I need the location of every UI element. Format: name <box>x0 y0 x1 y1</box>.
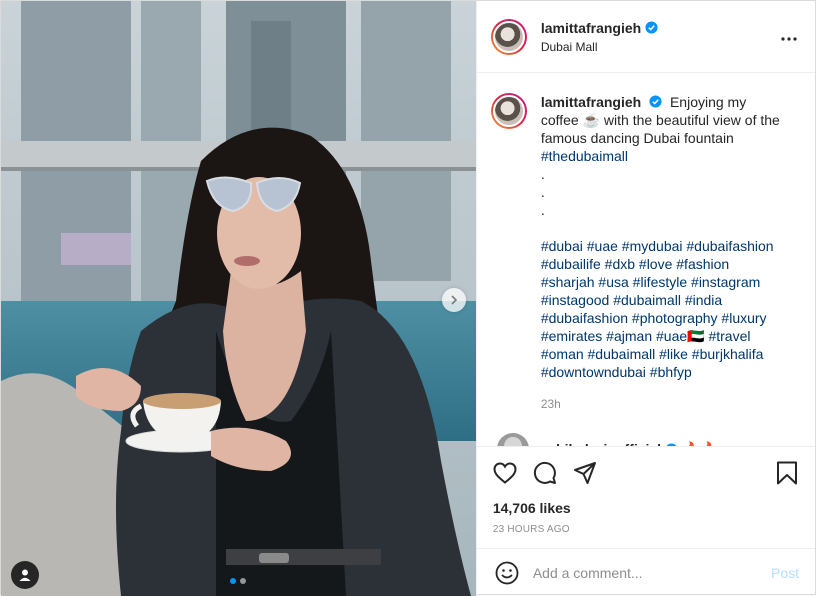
more-options-button[interactable] <box>777 24 801 50</box>
carousel-dot-2 <box>240 578 247 584</box>
hashtag-line[interactable]: #dubai #uae #mydubai #dubaifashion <box>541 237 781 255</box>
share-button[interactable] <box>571 459 599 487</box>
caption-author-avatar[interactable] <box>490 93 527 129</box>
post-caption: lamittafrangieh Enjoying my coffee ☕ wit… <box>490 93 799 413</box>
carousel-dot-1 <box>230 578 237 584</box>
save-button[interactable] <box>773 459 801 487</box>
caption-dot-3: . <box>540 202 545 218</box>
verified-badge-icon <box>666 442 677 446</box>
caption-hashtag[interactable]: #thedubaimall <box>541 148 628 164</box>
carousel-next-button[interactable] <box>442 288 466 312</box>
post-actions-bar <box>476 446 815 498</box>
photo-scene <box>1 1 476 596</box>
verified-badge-icon <box>649 95 662 108</box>
post-comment-button[interactable]: Post <box>771 565 799 581</box>
user-tags-button[interactable] <box>11 561 39 589</box>
like-button[interactable] <box>491 459 519 487</box>
emoji-icon <box>495 561 519 584</box>
chevron-right-icon <box>451 295 458 305</box>
post-location[interactable]: Dubai Mall <box>541 40 777 54</box>
hashtag-line[interactable]: #emirates #ajman #uae🇦🇪 #travel <box>541 327 781 345</box>
add-comment-bar: Post <box>476 548 815 596</box>
hashtag-line[interactable]: #oman #dubaimall #like #burjkhalifa <box>541 345 781 363</box>
caption-dot-2: . <box>540 184 545 200</box>
post-photo[interactable] <box>1 1 476 596</box>
instagram-post: lamittafrangieh Dubai Mall lamittafrangi… <box>0 0 816 596</box>
post-timestamp[interactable]: 23 HOURS AGO <box>477 518 815 548</box>
caption-timestamp[interactable]: 23h <box>541 395 781 413</box>
share-icon <box>573 461 596 484</box>
hashtag-line[interactable]: #instagood #dubaimall #india <box>541 291 781 309</box>
commenter-avatar[interactable] <box>496 433 529 446</box>
comments-section[interactable]: lamittafrangieh Enjoying my coffee ☕ wit… <box>477 73 815 446</box>
caption-username[interactable]: lamittafrangieh <box>541 94 641 110</box>
emoji-button[interactable] <box>493 559 521 587</box>
hashtag-line[interactable]: #dubaifashion #photography #luxury <box>541 309 781 327</box>
comment-text: 🔥🔥 <box>682 441 717 447</box>
comment-item: rabihelzeinofficial 🔥🔥 <box>491 433 799 446</box>
comment-button[interactable] <box>531 459 559 487</box>
comment-icon <box>533 461 556 484</box>
post-details-panel: lamittafrangieh Dubai Mall lamittafrangi… <box>475 1 815 596</box>
commenter-username[interactable]: rabihelzeinofficial <box>543 441 661 446</box>
hashtag-line[interactable]: #sharjah #usa #lifestyle #instagram <box>541 273 781 291</box>
verified-badge-icon <box>645 21 658 34</box>
likes-count[interactable]: 14,706 likes <box>477 498 815 518</box>
post-header: lamittafrangieh Dubai Mall <box>476 1 815 73</box>
caption-dot-1: . <box>540 166 545 182</box>
hashtag-line[interactable]: #downtowndubai #bhfyp <box>541 363 781 381</box>
bookmark-icon <box>777 461 797 484</box>
author-avatar[interactable] <box>490 18 527 55</box>
comment-input[interactable] <box>532 564 771 581</box>
author-username[interactable]: lamittafrangieh <box>541 20 641 36</box>
carousel-indicator <box>1 578 476 584</box>
more-options-icon <box>781 36 797 41</box>
heart-icon <box>493 461 517 484</box>
hashtag-line[interactable]: #dubailife #dxb #love #fashion <box>541 255 781 273</box>
